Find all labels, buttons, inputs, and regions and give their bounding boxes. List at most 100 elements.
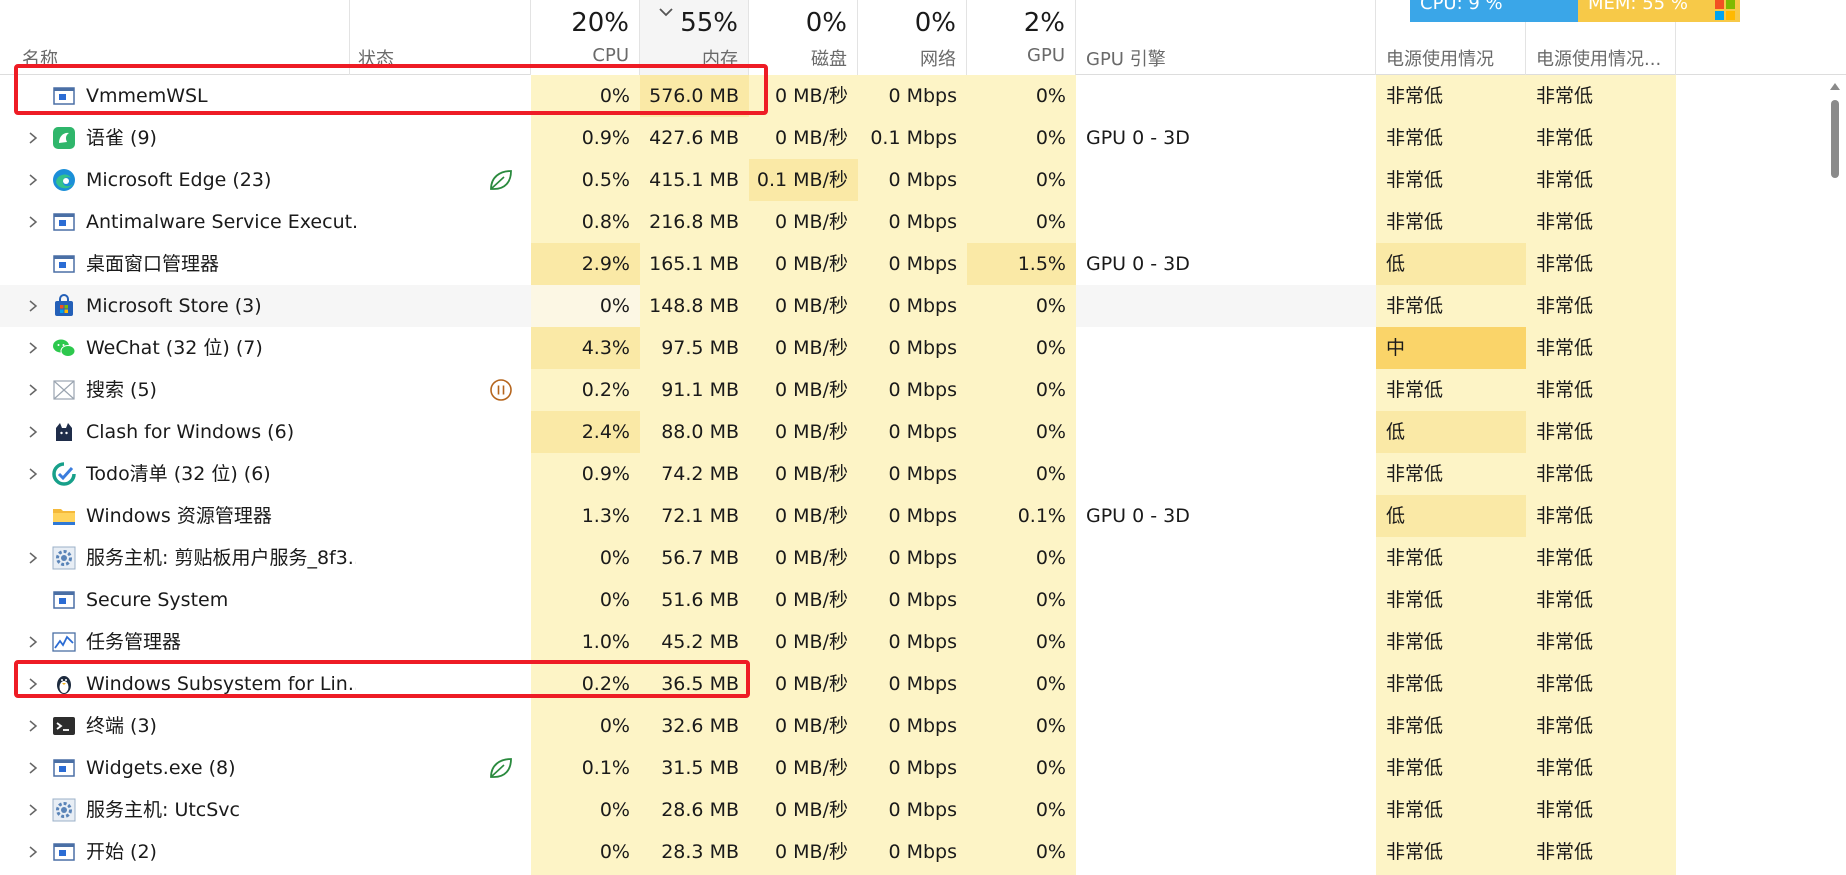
expand-chevron-icon[interactable] [26,845,40,859]
column-header-memory[interactable]: 55% 内存 [640,0,749,75]
vertical-scrollbar[interactable] [1825,75,1846,875]
cell-net: 0 Mbps [858,831,967,873]
process-name: 服务主机: 剪贴板用户服务_8f3... [86,547,356,569]
cell-power: 非常低 [1376,621,1526,663]
cell-mem: 415.1 MB [640,159,749,201]
expand-chevron-icon[interactable] [26,215,40,229]
process-row[interactable]: 桌面窗口管理器 2.9% 165.1 MB 0 MB/秒 0 Mbps 1.5% GPU 0… [0,243,1676,285]
cell-power: 非常低 [1376,747,1526,789]
process-row[interactable]: 服务主机: 剪贴板用户服务_8f3... 0% 56.7 MB 0 MB/秒 0 Mbp… [0,537,1676,579]
process-row[interactable]: Windows 资源管理器 1.3% 72.1 MB 0 MB/秒 0 Mbps 0.1%… [0,495,1676,537]
process-name: WeChat (32 位) (7) [86,337,263,359]
cell-net: 0.1 Mbps [858,117,967,159]
cell-power: 非常低 [1376,663,1526,705]
store-bag-icon [52,294,76,318]
process-row[interactable]: Todo清单 (32 位) (6) 0.9% 74.2 MB 0 MB/秒 0 Mbps… [0,453,1676,495]
cell-gpu-engine [1076,537,1376,579]
column-header-cpu[interactable]: 20% CPU [531,0,640,75]
column-header-gpu-label: GPU [1027,45,1065,66]
app-window-icon [52,84,76,108]
expand-chevron-icon[interactable] [26,299,40,313]
cell-disk: 0.1 MB/秒 [749,159,858,201]
expand-chevron-icon[interactable] [26,467,40,481]
expand-chevron-icon[interactable] [26,173,40,187]
cell-disk: 0 MB/秒 [749,411,858,453]
cell-disk: 0 MB/秒 [749,579,858,621]
cell-disk: 0 MB/秒 [749,831,858,873]
mem-overlay-bar: MEM: 55 % [1578,0,1740,22]
cell-power: 非常低 [1376,369,1526,411]
column-header-gpu[interactable]: 2% GPU [967,0,1076,75]
cell-cpu: 0.9% [531,453,640,495]
column-header-gpu-engine[interactable]: GPU 引擎 [1076,0,1376,75]
gear-icon [52,798,76,822]
column-header-disk[interactable]: 0% 磁盘 [749,0,858,75]
process-row[interactable]: Secure System 0% 51.6 MB 0 MB/秒 0 Mbps 0% 非常低非… [0,579,1676,621]
cell-net: 0 Mbps [858,537,967,579]
terminal-icon [52,714,76,738]
column-header-name[interactable]: 名称 [0,0,350,75]
process-row[interactable]: Antimalware Service Execut... 0.8% 216.8 M… [0,201,1676,243]
cpu-total-percent: 20% [571,8,629,38]
cell-gpu: 0% [967,327,1076,369]
app-window-icon [52,840,76,864]
process-row[interactable]: 语雀 (9) 0.9% 427.6 MB 0 MB/秒 0.1 Mbps 0% GPU 0 … [0,117,1676,159]
cell-cpu: 0% [531,579,640,621]
column-header-status[interactable]: 状态 [350,0,531,75]
cell-gpu-engine [1076,285,1376,327]
cell-gpu: 0% [967,285,1076,327]
app-window-icon [52,252,76,276]
scrollbar-thumb[interactable] [1831,100,1839,178]
cell-gpu: 0% [967,537,1076,579]
cell-net: 0 Mbps [858,201,967,243]
cell-cpu: 0.1% [531,747,640,789]
expand-chevron-icon[interactable] [26,719,40,733]
cell-gpu-engine [1076,369,1376,411]
expand-chevron-icon[interactable] [26,131,40,145]
cell-disk: 0 MB/秒 [749,75,858,117]
cell-gpu: 0% [967,453,1076,495]
cell-power: 非常低 [1376,117,1526,159]
cell-gpu: 0% [967,369,1076,411]
cell-disk: 0 MB/秒 [749,117,858,159]
expand-chevron-icon[interactable] [26,425,40,439]
cell-power: 非常低 [1376,537,1526,579]
app-window-icon [52,588,76,612]
expand-chevron-icon[interactable] [26,341,40,355]
expand-chevron-icon[interactable] [26,761,40,775]
process-row[interactable]: WeChat (32 位) (7) 4.3% 97.5 MB 0 MB/秒 0 Mbps… [0,327,1676,369]
cell-cpu: 0% [531,537,640,579]
process-row[interactable]: Microsoft Edge (23) 0.5% 415.1 MB 0.1 MB/秒 0… [0,159,1676,201]
process-row[interactable]: 终端 (3) 0% 32.6 MB 0 MB/秒 0 Mbps 0% 非常低 非常低 [0,705,1676,747]
expand-chevron-icon[interactable] [26,803,40,817]
search-window-icon [52,378,76,402]
process-row[interactable]: 服务主机: UtcSvc 0% 28.6 MB 0 MB/秒 0 Mbps 0% 非常低 非常… [0,789,1676,831]
cell-power-trend: 非常低 [1526,453,1676,495]
column-header-network[interactable]: 0% 网络 [858,0,967,75]
process-row[interactable]: Windows Subsystem for Lin... 0.2% 36.5 MB 0… [0,663,1676,705]
column-header-memory-label: 内存 [702,49,738,70]
yuque-bird-icon [52,126,76,150]
expand-chevron-icon[interactable] [26,677,40,691]
cell-mem: 28.3 MB [640,831,749,873]
expand-chevron-icon[interactable] [26,551,40,565]
process-row[interactable]: 任务管理器 1.0% 45.2 MB 0 MB/秒 0 Mbps 0% 非常低 非常低 [0,621,1676,663]
process-row[interactable]: 开始 (2) 0% 28.3 MB 0 MB/秒 0 Mbps 0% 非常低 非常低 [0,831,1676,873]
efficiency-leaf-icon [488,756,514,780]
cell-net: 0 Mbps [858,159,967,201]
process-row[interactable]: Microsoft Store (3) 0% 148.8 MB 0 MB/秒 0 Mbp… [0,285,1676,327]
process-row[interactable]: Clash for Windows (6) 2.4% 88.0 MB 0 MB/秒 0 … [0,411,1676,453]
expand-chevron-icon[interactable] [26,635,40,649]
cell-mem: 91.1 MB [640,369,749,411]
cell-net: 0 Mbps [858,663,967,705]
process-row[interactable]: 搜索 (5) 0.2% 91.1 MB 0 MB/秒 0 Mbps 0% 非常低 非常低 [0,369,1676,411]
process-row[interactable]: VmmemWSL 0% 576.0 MB 0 MB/秒 0 Mbps 0% 非常低 非常低 [0,75,1676,117]
cell-net: 0 Mbps [858,369,967,411]
app-window-icon [52,756,76,780]
process-row[interactable]: Widgets.exe (8) 0.1% 31.5 MB 0 MB/秒 0 Mbps 0%… [0,747,1676,789]
expand-chevron-icon[interactable] [26,383,40,397]
cell-net: 0 Mbps [858,453,967,495]
cell-power-trend: 非常低 [1526,159,1676,201]
scroll-up-arrow-icon[interactable] [1830,83,1840,90]
cell-net: 0 Mbps [858,789,967,831]
